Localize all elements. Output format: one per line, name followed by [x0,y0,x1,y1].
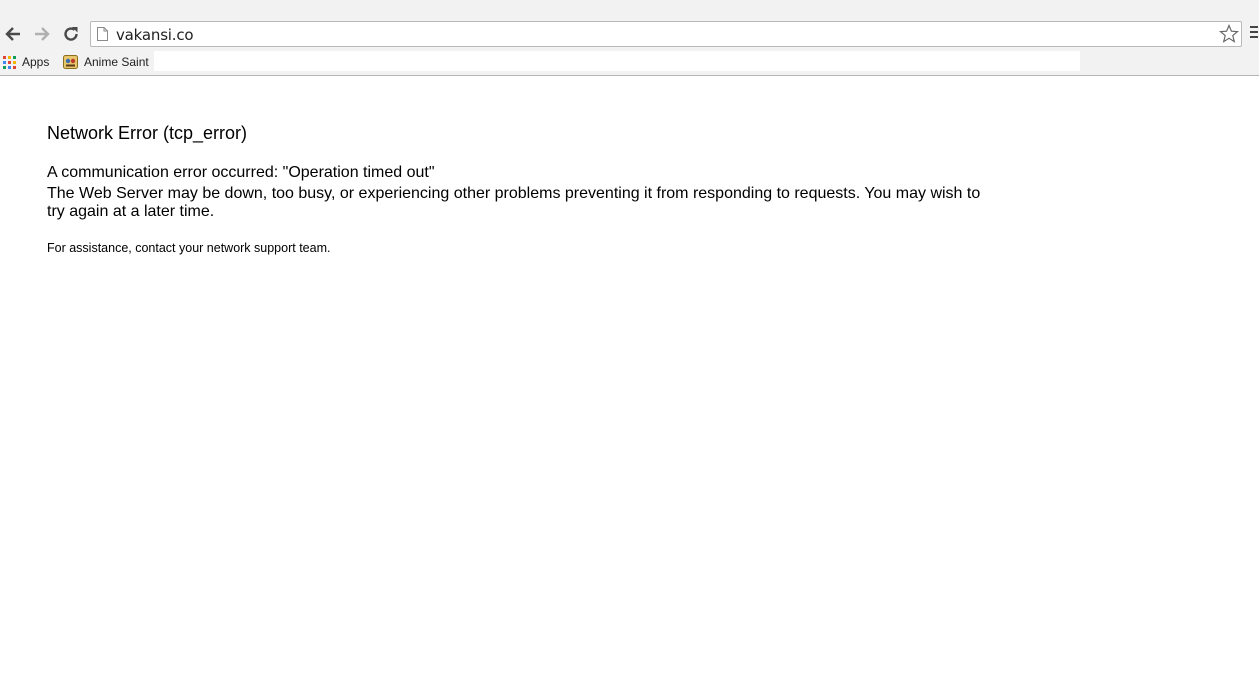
forward-button[interactable] [30,22,54,46]
bookmark-label: Anime Saint [84,55,149,69]
error-message: A communication error occurred: "Operati… [47,164,435,181]
assistance-text: For assistance, contact your network sup… [47,241,331,255]
reload-icon [64,27,78,41]
bookmark-anime-saint[interactable]: Anime Saint [63,53,149,71]
bookmarks-bar: Apps Anime Saint [0,48,1259,76]
back-button[interactable] [1,22,25,46]
reload-button[interactable] [59,22,83,46]
chrome-menu-icon[interactable] [1250,26,1259,40]
url-text[interactable]: vakansi.co [116,26,194,44]
page-icon [97,27,108,46]
bookmarks-empty-area [154,51,1080,71]
apps-grid-icon [3,55,16,69]
browser-toolbar: vakansi.co [0,0,1259,48]
bookmark-star-icon[interactable] [1218,23,1240,49]
error-title: Network Error (tcp_error) [47,123,248,143]
back-arrow-icon [5,27,20,41]
forward-arrow-icon [35,27,50,41]
error-description: The Web Server may be down, too busy, or… [47,185,981,220]
address-bar[interactable]: vakansi.co [90,21,1242,47]
anime-saint-favicon [63,55,78,69]
error-page: Network Error (tcp_error) A communicatio… [47,121,1007,257]
bookmark-apps[interactable]: Apps [3,53,49,71]
bookmark-label: Apps [22,55,50,69]
